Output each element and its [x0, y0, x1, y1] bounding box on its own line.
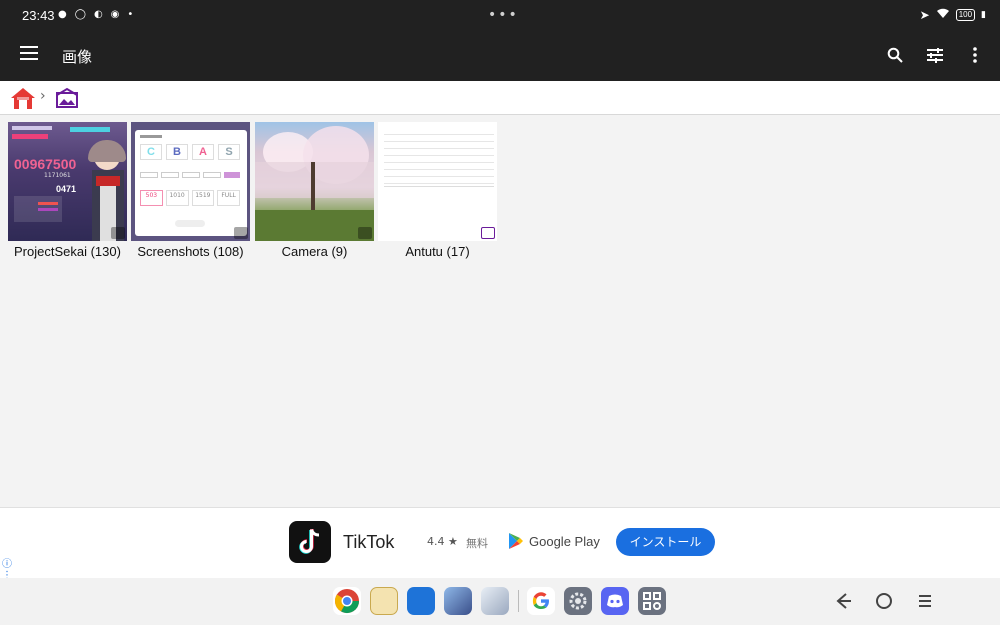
- charging-icon: ▮: [981, 10, 986, 20]
- album-thumbnail: [255, 122, 374, 241]
- google-play-label: Google Play: [529, 533, 600, 549]
- install-button[interactable]: インストール: [616, 528, 715, 556]
- taskbar: [0, 578, 1000, 625]
- album-camera[interactable]: Camera (9): [255, 122, 374, 259]
- ad-price: 無料: [466, 537, 488, 550]
- wifi-icon: [936, 8, 950, 22]
- rank-b: B: [166, 144, 188, 160]
- home-nav-icon[interactable]: [873, 590, 895, 612]
- ad-app-name: TikTok: [343, 532, 395, 552]
- home-icon[interactable]: [10, 86, 36, 110]
- app-bar-actions: [886, 44, 984, 66]
- status-system-icons: ➤ 100 ▮: [920, 8, 986, 22]
- chrome-icon[interactable]: [333, 587, 361, 615]
- battery-icon: 100: [955, 9, 976, 21]
- rank-a: A: [192, 144, 214, 160]
- app-drawer-icon[interactable]: [638, 587, 666, 615]
- breadcrumb: ›: [0, 81, 1000, 115]
- search-icon[interactable]: [886, 44, 904, 66]
- google-play-icon: [509, 533, 523, 549]
- ad-rating: 4.4 ★: [427, 535, 458, 548]
- combo-text: 0471: [56, 184, 77, 194]
- album-label: Camera (9): [281, 244, 348, 259]
- google-icon[interactable]: [527, 587, 555, 615]
- more-notifications-icon: •: [127, 9, 134, 20]
- status-more-icon[interactable]: •••: [488, 7, 519, 23]
- album-label: ProjectSekai (130): [14, 244, 121, 259]
- status-bar: 23:43 ● ◯ ◐ ◉ • ••• ➤ 100 ▮: [0, 0, 1000, 30]
- album-projectsekai[interactable]: 00967500 1171061 0471 ProjectSekai (130): [8, 122, 127, 259]
- file-manager-icon[interactable]: [370, 587, 398, 615]
- location-icon: ➤: [919, 8, 930, 22]
- folder-icon: [481, 227, 495, 239]
- audio-app-icon[interactable]: [407, 587, 435, 615]
- page-title: 画像: [62, 48, 93, 66]
- chevron-right-icon: ›: [40, 88, 46, 104]
- app-bar: 画像: [0, 30, 1000, 81]
- back-icon[interactable]: [832, 590, 854, 612]
- score-text: 00967500: [14, 156, 77, 172]
- discord-notification-icon: ◉: [110, 9, 120, 20]
- album-thumbnail: C B A S 503 1010 1519 FULL: [131, 122, 250, 241]
- status-time: 23:43: [22, 8, 55, 23]
- sync-notification-icon: ◯: [74, 9, 86, 20]
- ad-banner[interactable]: TikTok 4.4 ★ 無料 Google Play インストール ⓘ ⋮: [0, 507, 1000, 581]
- screenshot-icon: [234, 227, 248, 239]
- stats-row: 503 1010 1519 FULL: [140, 190, 240, 206]
- stat-full: FULL: [217, 190, 240, 206]
- rank-s: S: [218, 144, 240, 160]
- game-notification-icon: ●: [58, 9, 67, 20]
- discord-icon[interactable]: [601, 587, 629, 615]
- album-screenshots[interactable]: C B A S 503 1010 1519 FULL Screenshots (…: [131, 122, 250, 259]
- stat-1519: 1519: [191, 190, 215, 206]
- more-options-icon[interactable]: [966, 44, 984, 66]
- google-play-badge: Google Play: [508, 532, 600, 550]
- stat-1010: 1010: [165, 190, 189, 206]
- dock-divider: [518, 590, 519, 612]
- album-thumbnail: [378, 122, 497, 241]
- image-folder-icon[interactable]: [56, 87, 78, 109]
- game-app-icon-2[interactable]: [481, 587, 509, 615]
- stat-503: 503: [140, 190, 163, 206]
- score-subtext: 1171061: [44, 172, 71, 179]
- rank-c: C: [140, 144, 162, 160]
- filter-settings-icon[interactable]: [926, 44, 944, 66]
- album-thumbnail: 00967500 1171061 0471: [8, 122, 127, 241]
- album-label: Antutu (17): [405, 244, 470, 259]
- tiktok-logo-icon: [289, 521, 331, 563]
- menu-icon[interactable]: [20, 46, 38, 64]
- album-antutu[interactable]: Antutu (17): [378, 122, 497, 259]
- game-app-icon-1[interactable]: [444, 587, 472, 615]
- app-notification-icon: ◐: [93, 9, 103, 20]
- rank-row: C B A S: [140, 144, 240, 160]
- status-notification-icons: ● ◯ ◐ ◉ •: [58, 8, 133, 22]
- camera-icon: [111, 227, 125, 239]
- camera-icon: [358, 227, 372, 239]
- recents-icon[interactable]: [914, 590, 936, 612]
- album-label: Screenshots (108): [137, 244, 244, 259]
- settings-icon[interactable]: [564, 587, 592, 615]
